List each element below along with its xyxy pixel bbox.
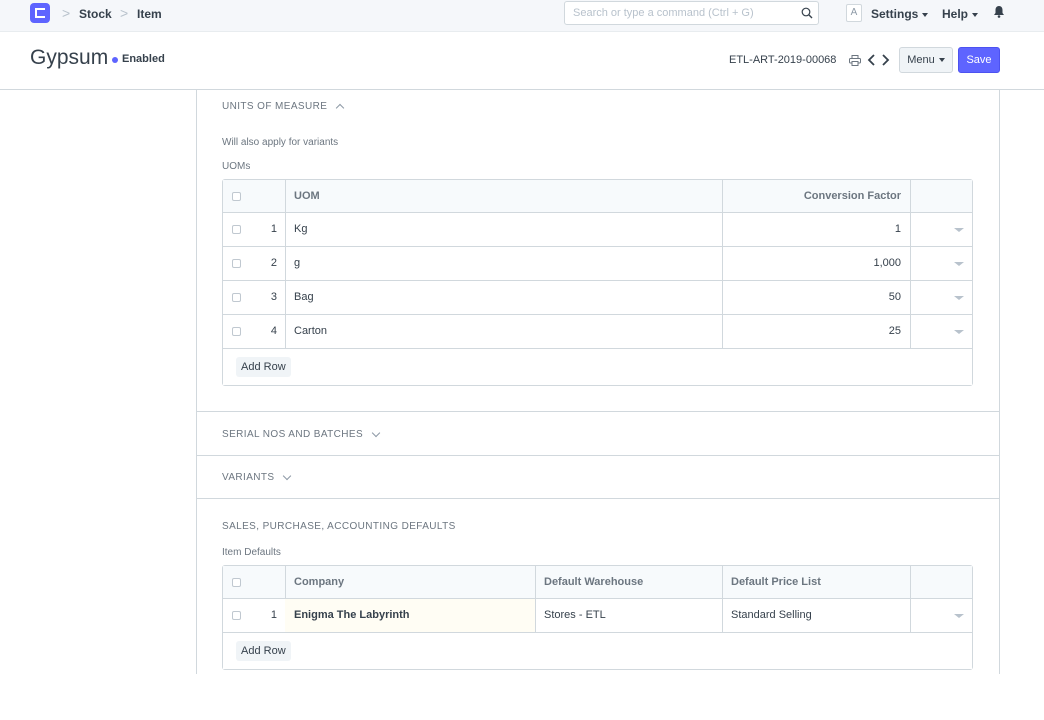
expand-chevron-icon xyxy=(371,428,381,438)
table-row[interactable]: 3 Bag 50 xyxy=(223,281,972,315)
row-checkbox[interactable] xyxy=(232,225,241,234)
section-divider xyxy=(196,411,1000,412)
uoms-label: UOMs xyxy=(222,161,251,172)
document-name: ETL-ART-2019-00068 xyxy=(729,54,837,66)
section-heading: VARIANTS xyxy=(222,472,275,483)
row-index: 3 xyxy=(270,291,277,303)
search-input[interactable] xyxy=(565,2,795,24)
col-default-price-list: Default Price List xyxy=(731,576,821,588)
add-row-button[interactable]: Add Row xyxy=(236,357,291,377)
row-dropdown-icon[interactable] xyxy=(954,262,964,266)
uom-cell[interactable]: Carton xyxy=(285,315,722,348)
conversion-factor-cell[interactable]: 50 xyxy=(722,281,910,314)
table-row[interactable]: 1 Enigma The Labyrinth Stores - ETL Stan… xyxy=(223,599,972,633)
row-index: 2 xyxy=(270,257,277,269)
conversion-factor-cell[interactable]: 25 xyxy=(722,315,910,348)
row-dropdown-icon[interactable] xyxy=(954,228,964,232)
section-heading: UNITS OF MEASURE xyxy=(222,101,328,112)
conversion-factor-cell[interactable]: 1 xyxy=(722,213,910,246)
row-dropdown-icon[interactable] xyxy=(954,614,964,618)
company-cell[interactable]: Enigma The Labyrinth xyxy=(285,599,535,632)
table-row[interactable]: 2 g 1,000 xyxy=(223,247,972,281)
settings-dropdown[interactable]: Settings xyxy=(871,7,929,21)
status-indicator-icon xyxy=(112,57,118,63)
uom-cell[interactable]: Bag xyxy=(285,281,722,314)
collapse-chevron-icon xyxy=(336,103,345,113)
item-defaults-label: Item Defaults xyxy=(222,547,281,558)
item-defaults-footer: Add Row xyxy=(223,633,972,669)
col-uom: UOM xyxy=(294,190,320,202)
section-divider xyxy=(196,455,1000,456)
select-all-checkbox[interactable] xyxy=(232,192,241,201)
save-button[interactable]: Save xyxy=(958,47,1000,73)
breadcrumb-chevron-icon: > xyxy=(120,5,129,21)
menu-button[interactable]: Menu xyxy=(899,47,953,73)
table-row[interactable]: 1 Kg 1 xyxy=(223,213,972,247)
section-defaults: SALES, PURCHASE, ACCOUNTING DEFAULTS xyxy=(222,521,456,532)
section-heading: SERIAL NOS AND BATCHES xyxy=(222,429,364,440)
search-icon[interactable] xyxy=(801,7,813,19)
select-all-checkbox[interactable] xyxy=(232,578,241,587)
menu-label: Menu xyxy=(907,54,935,66)
section-divider xyxy=(196,498,1000,499)
table-row[interactable]: 4 Carton 25 xyxy=(223,315,972,349)
section-heading: SALES, PURCHASE, ACCOUNTING DEFAULTS xyxy=(222,521,456,532)
row-checkbox[interactable] xyxy=(232,327,241,336)
row-checkbox[interactable] xyxy=(232,611,241,620)
item-defaults-header: Company Default Warehouse Default Price … xyxy=(223,566,972,599)
app-logo-icon[interactable] xyxy=(30,3,50,23)
page-head: Gypsum Enabled ETL-ART-2019-00068 Menu S… xyxy=(0,33,1044,90)
expand-chevron-icon xyxy=(283,471,292,481)
add-row-button[interactable]: Add Row xyxy=(236,641,291,661)
row-dropdown-icon[interactable] xyxy=(954,296,964,300)
row-index: 4 xyxy=(270,325,277,337)
item-defaults-table: Company Default Warehouse Default Price … xyxy=(222,565,973,670)
uom-table: UOM Conversion Factor 1 Kg 1 2 g 1,000 3… xyxy=(222,179,973,386)
col-conversion-factor: Conversion Factor xyxy=(803,190,901,202)
section-units-of-measure[interactable]: UNITS OF MEASURE xyxy=(222,101,345,113)
page-title: Gypsum xyxy=(30,46,109,69)
avatar[interactable]: A xyxy=(846,4,862,22)
caret-down-icon xyxy=(938,58,945,63)
conversion-factor-cell[interactable]: 1,000 xyxy=(722,247,910,280)
print-icon[interactable] xyxy=(849,55,861,66)
row-checkbox[interactable] xyxy=(232,293,241,302)
uom-cell[interactable]: g xyxy=(285,247,722,280)
caret-down-icon xyxy=(922,12,929,17)
warehouse-cell[interactable]: Stores - ETL xyxy=(535,599,722,632)
bell-icon[interactable] xyxy=(993,5,1005,18)
breadcrumb-item[interactable]: Item xyxy=(137,7,162,21)
uom-table-header: UOM Conversion Factor xyxy=(223,180,972,213)
status-badge: Enabled xyxy=(122,53,165,65)
section-serial-nos-batches[interactable]: SERIAL NOS AND BATCHES xyxy=(222,428,381,440)
prev-doc-icon[interactable] xyxy=(867,53,877,67)
breadcrumb-chevron-icon: > xyxy=(62,5,71,21)
search-box[interactable] xyxy=(564,1,819,25)
next-doc-icon[interactable] xyxy=(880,53,890,67)
col-default-warehouse: Default Warehouse xyxy=(544,576,644,588)
caret-down-icon xyxy=(972,12,979,17)
uom-table-footer: Add Row xyxy=(223,349,972,385)
uom-help-text: Will also apply for variants xyxy=(222,137,339,148)
row-index: 1 xyxy=(270,223,277,235)
settings-label: Settings xyxy=(871,7,919,21)
uom-cell[interactable]: Kg xyxy=(285,213,722,246)
row-dropdown-icon[interactable] xyxy=(954,330,964,334)
price-list-cell[interactable]: Standard Selling xyxy=(722,599,910,632)
help-dropdown[interactable]: Help xyxy=(942,7,979,21)
help-label: Help xyxy=(942,7,969,21)
col-company: Company xyxy=(294,576,345,588)
section-variants[interactable]: VARIANTS xyxy=(222,471,292,483)
navbar: > Stock > Item A Settings Help xyxy=(0,0,1044,32)
breadcrumb-stock[interactable]: Stock xyxy=(79,7,112,21)
row-index: 1 xyxy=(270,609,277,621)
row-checkbox[interactable] xyxy=(232,259,241,268)
